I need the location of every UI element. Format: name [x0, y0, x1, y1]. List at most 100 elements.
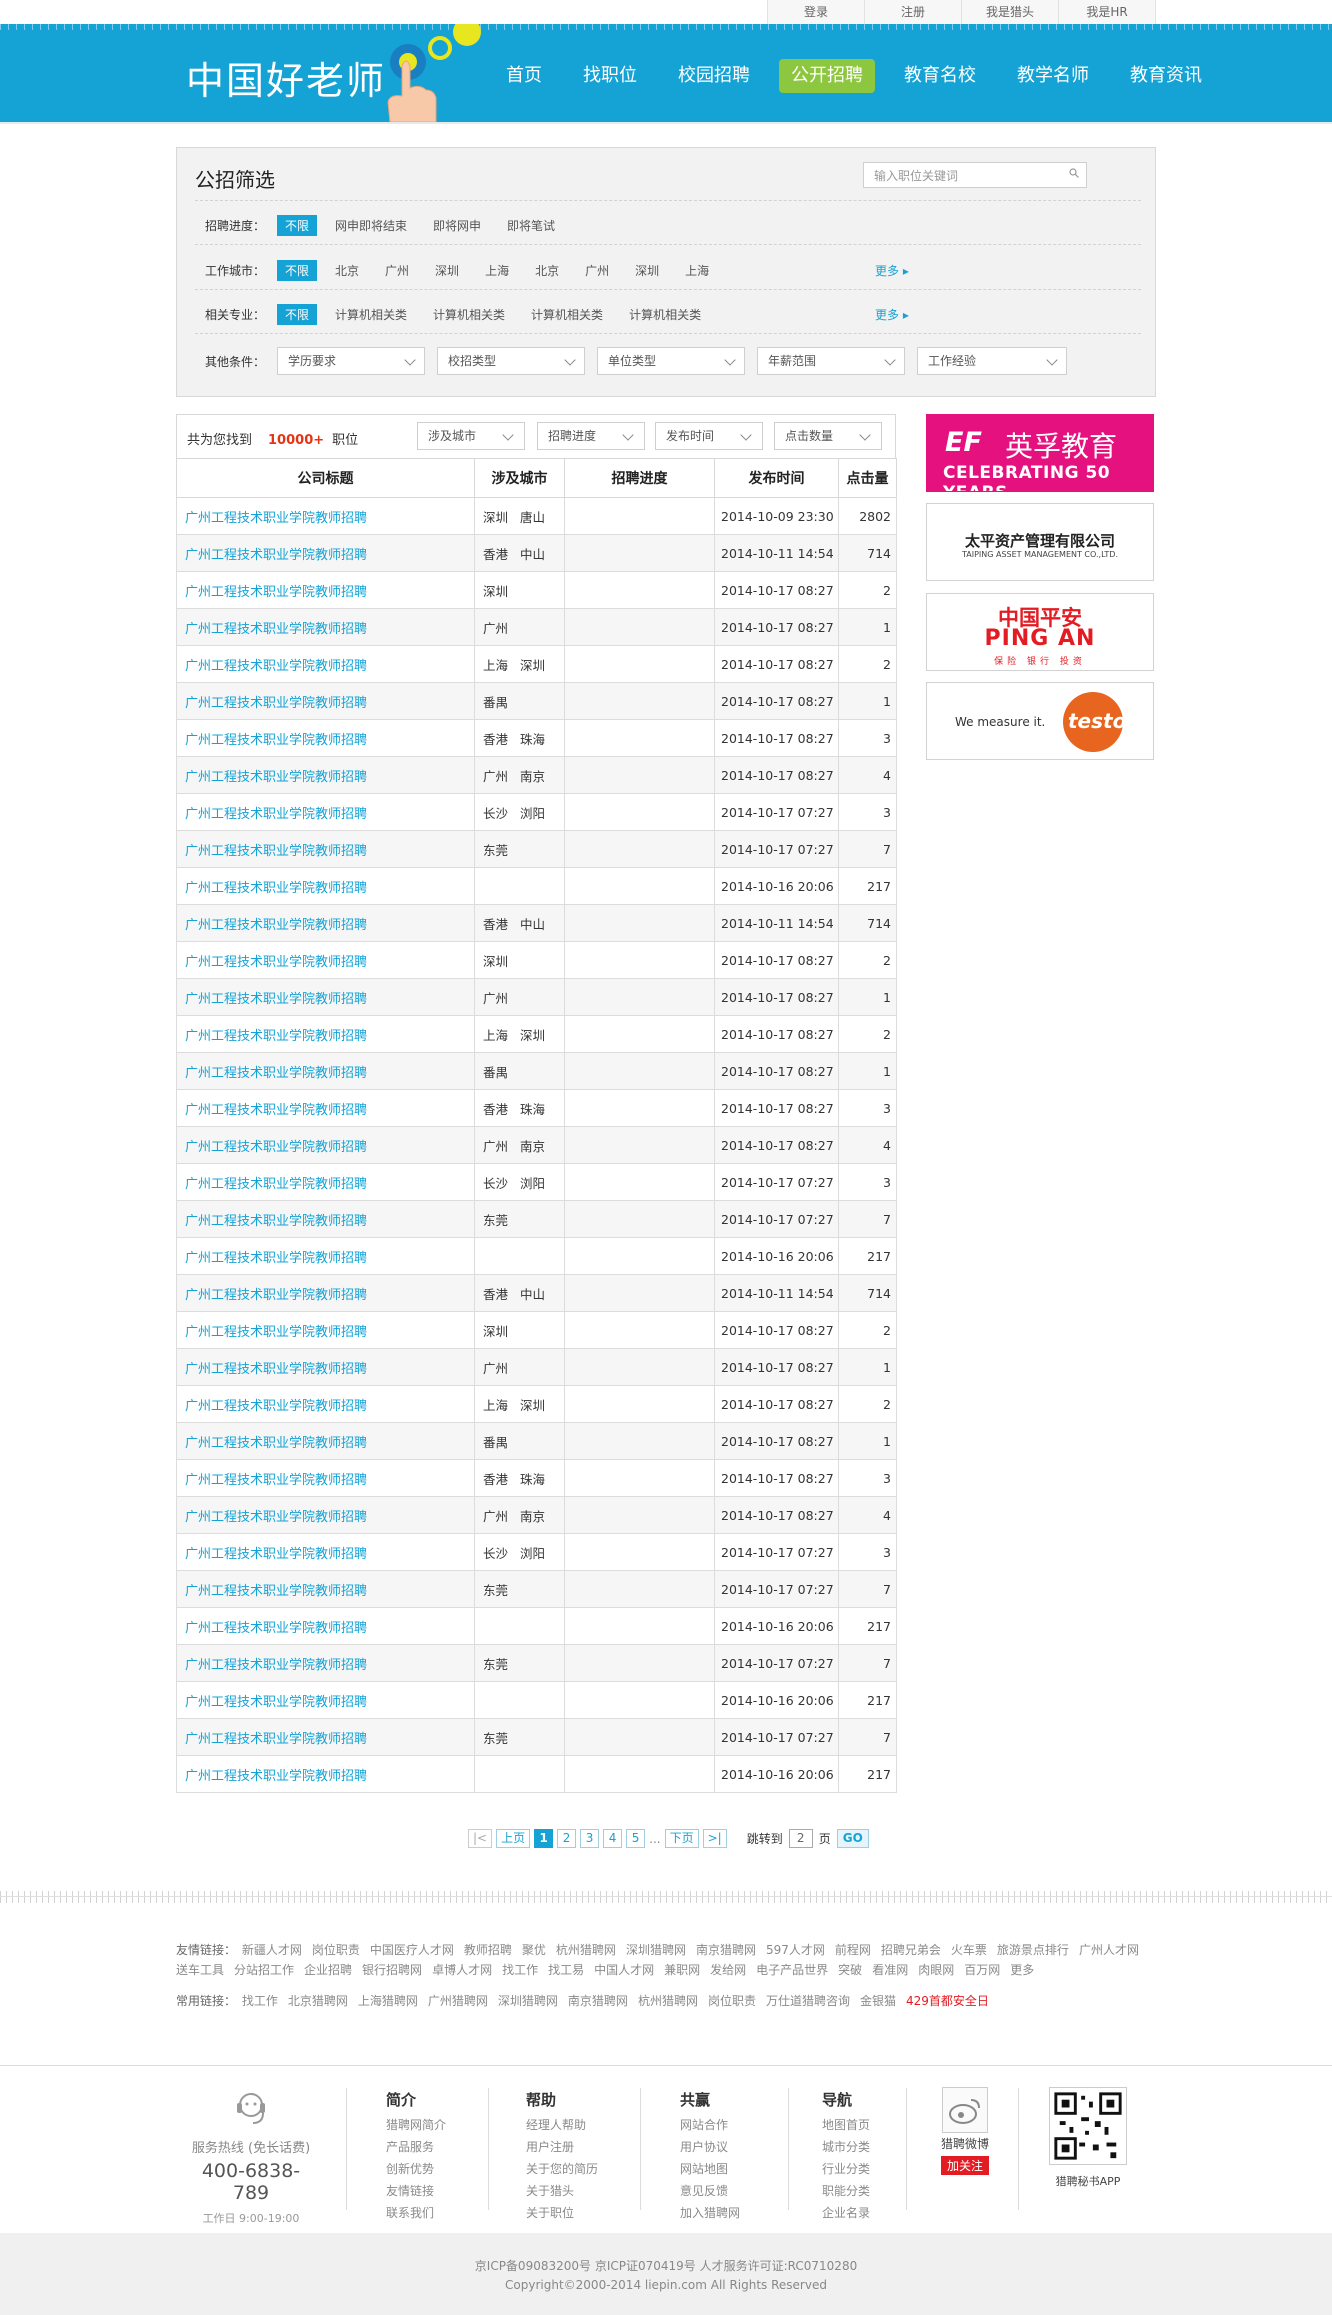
friend-link[interactable]: 教师招聘 — [464, 1943, 512, 1957]
friend-link[interactable]: 前程网 — [835, 1943, 871, 1957]
footer-link[interactable]: 网站合作 — [680, 2114, 800, 2136]
job-title-link[interactable]: 广州工程技术职业学院教师招聘 — [176, 1533, 475, 1571]
job-title-link[interactable]: 广州工程技术职业学院教师招聘 — [176, 1052, 475, 1090]
sort-progress-dropdown[interactable]: 招聘进度 — [537, 422, 645, 450]
table-row[interactable]: 广州工程技术职业学院教师招聘 深圳 唐山 2014-10-09 23:30 2802 — [176, 497, 897, 535]
sort-time-dropdown[interactable]: 发布时间 — [655, 422, 763, 450]
job-title-link[interactable]: 广州工程技术职业学院教师招聘 — [176, 1570, 475, 1608]
table-row[interactable]: 广州工程技术职业学院教师招聘 广州 2014-10-17 08:27 1 — [176, 1348, 897, 1386]
friend-link[interactable]: 找工易 — [548, 1963, 584, 1977]
footer-link[interactable]: 行业分类 — [822, 2158, 942, 2180]
nav-home[interactable]: 首页 — [494, 59, 554, 93]
job-title-link[interactable]: 广州工程技术职业学院教师招聘 — [176, 497, 475, 535]
hot-link[interactable]: 429首都安全日 — [906, 1994, 989, 2008]
job-title-link[interactable]: 广州工程技术职业学院教师招聘 — [176, 1385, 475, 1423]
org-type-select[interactable]: 单位类型 — [597, 347, 745, 375]
table-row[interactable]: 广州工程技术职业学院教师招聘 广州 2014-10-17 08:27 1 — [176, 978, 897, 1016]
table-row[interactable]: 广州工程技术职业学院教师招聘 2014-10-16 20:06 217 — [176, 1607, 897, 1645]
friend-link[interactable]: 更多 — [1010, 1963, 1034, 1977]
sort-clicks-dropdown[interactable]: 点击数量 — [774, 422, 882, 450]
table-row[interactable]: 广州工程技术职业学院教师招聘 上海 深圳 2014-10-17 08:27 2 — [176, 645, 897, 683]
footer-link[interactable]: 加入猎聘网 — [680, 2202, 800, 2224]
filter-option-selected[interactable]: 不限 — [277, 214, 318, 236]
friend-link[interactable]: 聚优 — [522, 1943, 546, 1957]
filter-option-selected[interactable]: 不限 — [277, 303, 318, 325]
friend-link[interactable]: 银行招聘网 — [362, 1963, 422, 1977]
friend-link[interactable]: 中国医疗人才网 — [370, 1943, 454, 1957]
footer-link[interactable]: 产品服务 — [386, 2136, 506, 2158]
job-title-link[interactable]: 广州工程技术职业学院教师招聘 — [176, 608, 475, 646]
table-row[interactable]: 广州工程技术职业学院教师招聘 2014-10-16 20:06 217 — [176, 1755, 897, 1793]
friend-link[interactable]: 南京猎聘网 — [696, 1943, 756, 1957]
education-select[interactable]: 学历要求 — [277, 347, 425, 375]
job-title-link[interactable]: 广州工程技术职业学院教师招聘 — [176, 1126, 475, 1164]
job-title-link[interactable]: 广州工程技术职业学院教师招聘 — [176, 756, 475, 794]
table-row[interactable]: 广州工程技术职业学院教师招聘 香港 珠海 2014-10-17 08:27 3 — [176, 1459, 897, 1497]
table-row[interactable]: 广州工程技术职业学院教师招聘 长沙 浏阳 2014-10-17 07:27 3 — [176, 793, 897, 831]
filter-option[interactable]: 计算机相关类 — [531, 306, 603, 323]
footer-link[interactable]: 用户注册 — [526, 2136, 646, 2158]
footer-link[interactable]: 企业名录 — [822, 2202, 942, 2224]
common-link[interactable]: 万仕道猎聘咨询 — [766, 1994, 850, 2008]
table-row[interactable]: 广州工程技术职业学院教师招聘 东莞 2014-10-17 07:27 7 — [176, 1570, 897, 1608]
footer-link[interactable]: 关于您的简历 — [526, 2158, 646, 2180]
page-number[interactable]: 5 — [626, 1829, 646, 1848]
friend-link[interactable]: 送车工具 — [176, 1963, 224, 1977]
table-row[interactable]: 广州工程技术职业学院教师招聘 东莞 2014-10-17 07:27 7 — [176, 1644, 897, 1682]
filter-option[interactable]: 即将笔试 — [507, 217, 555, 234]
job-title-link[interactable]: 广州工程技术职业学院教师招聘 — [176, 1496, 475, 1534]
hr-link[interactable]: 我是HR — [1058, 0, 1156, 24]
common-link[interactable]: 杭州猎聘网 — [638, 1994, 698, 2008]
table-row[interactable]: 广州工程技术职业学院教师招聘 番禺 2014-10-17 08:27 1 — [176, 682, 897, 720]
filter-option[interactable]: 上海 — [685, 262, 709, 279]
follow-button[interactable]: 加关注 — [940, 2156, 989, 2175]
search-icon[interactable] — [1069, 168, 1079, 178]
table-row[interactable]: 广州工程技术职业学院教师招聘 上海 深圳 2014-10-17 08:27 2 — [176, 1015, 897, 1053]
job-title-link[interactable]: 广州工程技术职业学院教师招聘 — [176, 978, 475, 1016]
go-button[interactable]: GO — [836, 1829, 869, 1848]
table-row[interactable]: 广州工程技术职业学院教师招聘 广州 南京 2014-10-17 08:27 4 — [176, 1126, 897, 1164]
page-number-current[interactable]: 1 — [534, 1829, 554, 1848]
footer-link[interactable]: 用户协议 — [680, 2136, 800, 2158]
job-title-link[interactable]: 广州工程技术职业学院教师招聘 — [176, 1237, 475, 1275]
friend-link[interactable]: 旅游景点排行 — [997, 1943, 1069, 1957]
common-link[interactable]: 深圳猎聘网 — [498, 1994, 558, 2008]
keyword-search-input[interactable]: 输入职位关键词 — [863, 162, 1087, 188]
common-link[interactable]: 广州猎聘网 — [428, 1994, 488, 2008]
friend-link[interactable]: 岗位职责 — [312, 1943, 360, 1957]
friend-link[interactable]: 分站招工作 — [234, 1963, 294, 1977]
filter-option[interactable]: 北京 — [335, 262, 359, 279]
table-row[interactable]: 广州工程技术职业学院教师招聘 东莞 2014-10-17 07:27 7 — [176, 830, 897, 868]
footer-link[interactable]: 关于职位 — [526, 2202, 646, 2224]
job-title-link[interactable]: 广州工程技术职业学院教师招聘 — [176, 682, 475, 720]
table-row[interactable]: 广州工程技术职业学院教师招聘 深圳 2014-10-17 08:27 2 — [176, 571, 897, 609]
job-title-link[interactable]: 广州工程技术职业学院教师招聘 — [176, 534, 475, 572]
ad-taiping[interactable]: 太平资产管理有限公司 TAIPING ASSET MANAGEMENT CO.,… — [926, 503, 1154, 581]
table-row[interactable]: 广州工程技术职业学院教师招聘 番禺 2014-10-17 08:27 1 — [176, 1422, 897, 1460]
experience-select[interactable]: 工作经验 — [917, 347, 1067, 375]
job-title-link[interactable]: 广州工程技术职业学院教师招聘 — [176, 904, 475, 942]
table-row[interactable]: 广州工程技术职业学院教师招聘 香港 中山 2014-10-11 14:54 714 — [176, 904, 897, 942]
campus-type-select[interactable]: 校招类型 — [437, 347, 585, 375]
job-title-link[interactable]: 广州工程技术职业学院教师招聘 — [176, 1644, 475, 1682]
table-row[interactable]: 广州工程技术职业学院教师招聘 广州 南京 2014-10-17 08:27 4 — [176, 756, 897, 794]
job-title-link[interactable]: 广州工程技术职业学院教师招聘 — [176, 793, 475, 831]
footer-link[interactable]: 网站地图 — [680, 2158, 800, 2180]
job-title-link[interactable]: 广州工程技术职业学院教师招聘 — [176, 1163, 475, 1201]
table-row[interactable]: 广州工程技术职业学院教师招聘 香港 珠海 2014-10-17 08:27 3 — [176, 1089, 897, 1127]
register-link[interactable]: 注册 — [864, 0, 961, 24]
common-link[interactable]: 上海猎聘网 — [358, 1994, 418, 2008]
filter-option[interactable]: 广州 — [585, 262, 609, 279]
friend-link[interactable]: 深圳猎聘网 — [626, 1943, 686, 1957]
ad-testo[interactable]: We measure it. testo — [926, 682, 1154, 760]
ad-pingan[interactable]: 中国平安 PING AN 保险 银行 投资 — [926, 593, 1154, 671]
table-row[interactable]: 广州工程技术职业学院教师招聘 2014-10-16 20:06 217 — [176, 1681, 897, 1719]
nav-schools[interactable]: 教育名校 — [892, 59, 988, 93]
filter-option[interactable]: 深圳 — [635, 262, 659, 279]
footer-link[interactable]: 职能分类 — [822, 2180, 942, 2202]
job-title-link[interactable]: 广州工程技术职业学院教师招聘 — [176, 1274, 475, 1312]
filter-option[interactable]: 计算机相关类 — [629, 306, 701, 323]
job-title-link[interactable]: 广州工程技术职业学院教师招聘 — [176, 1089, 475, 1127]
job-title-link[interactable]: 广州工程技术职业学院教师招聘 — [176, 1311, 475, 1349]
job-title-link[interactable]: 广州工程技术职业学院教师招聘 — [176, 1607, 475, 1645]
